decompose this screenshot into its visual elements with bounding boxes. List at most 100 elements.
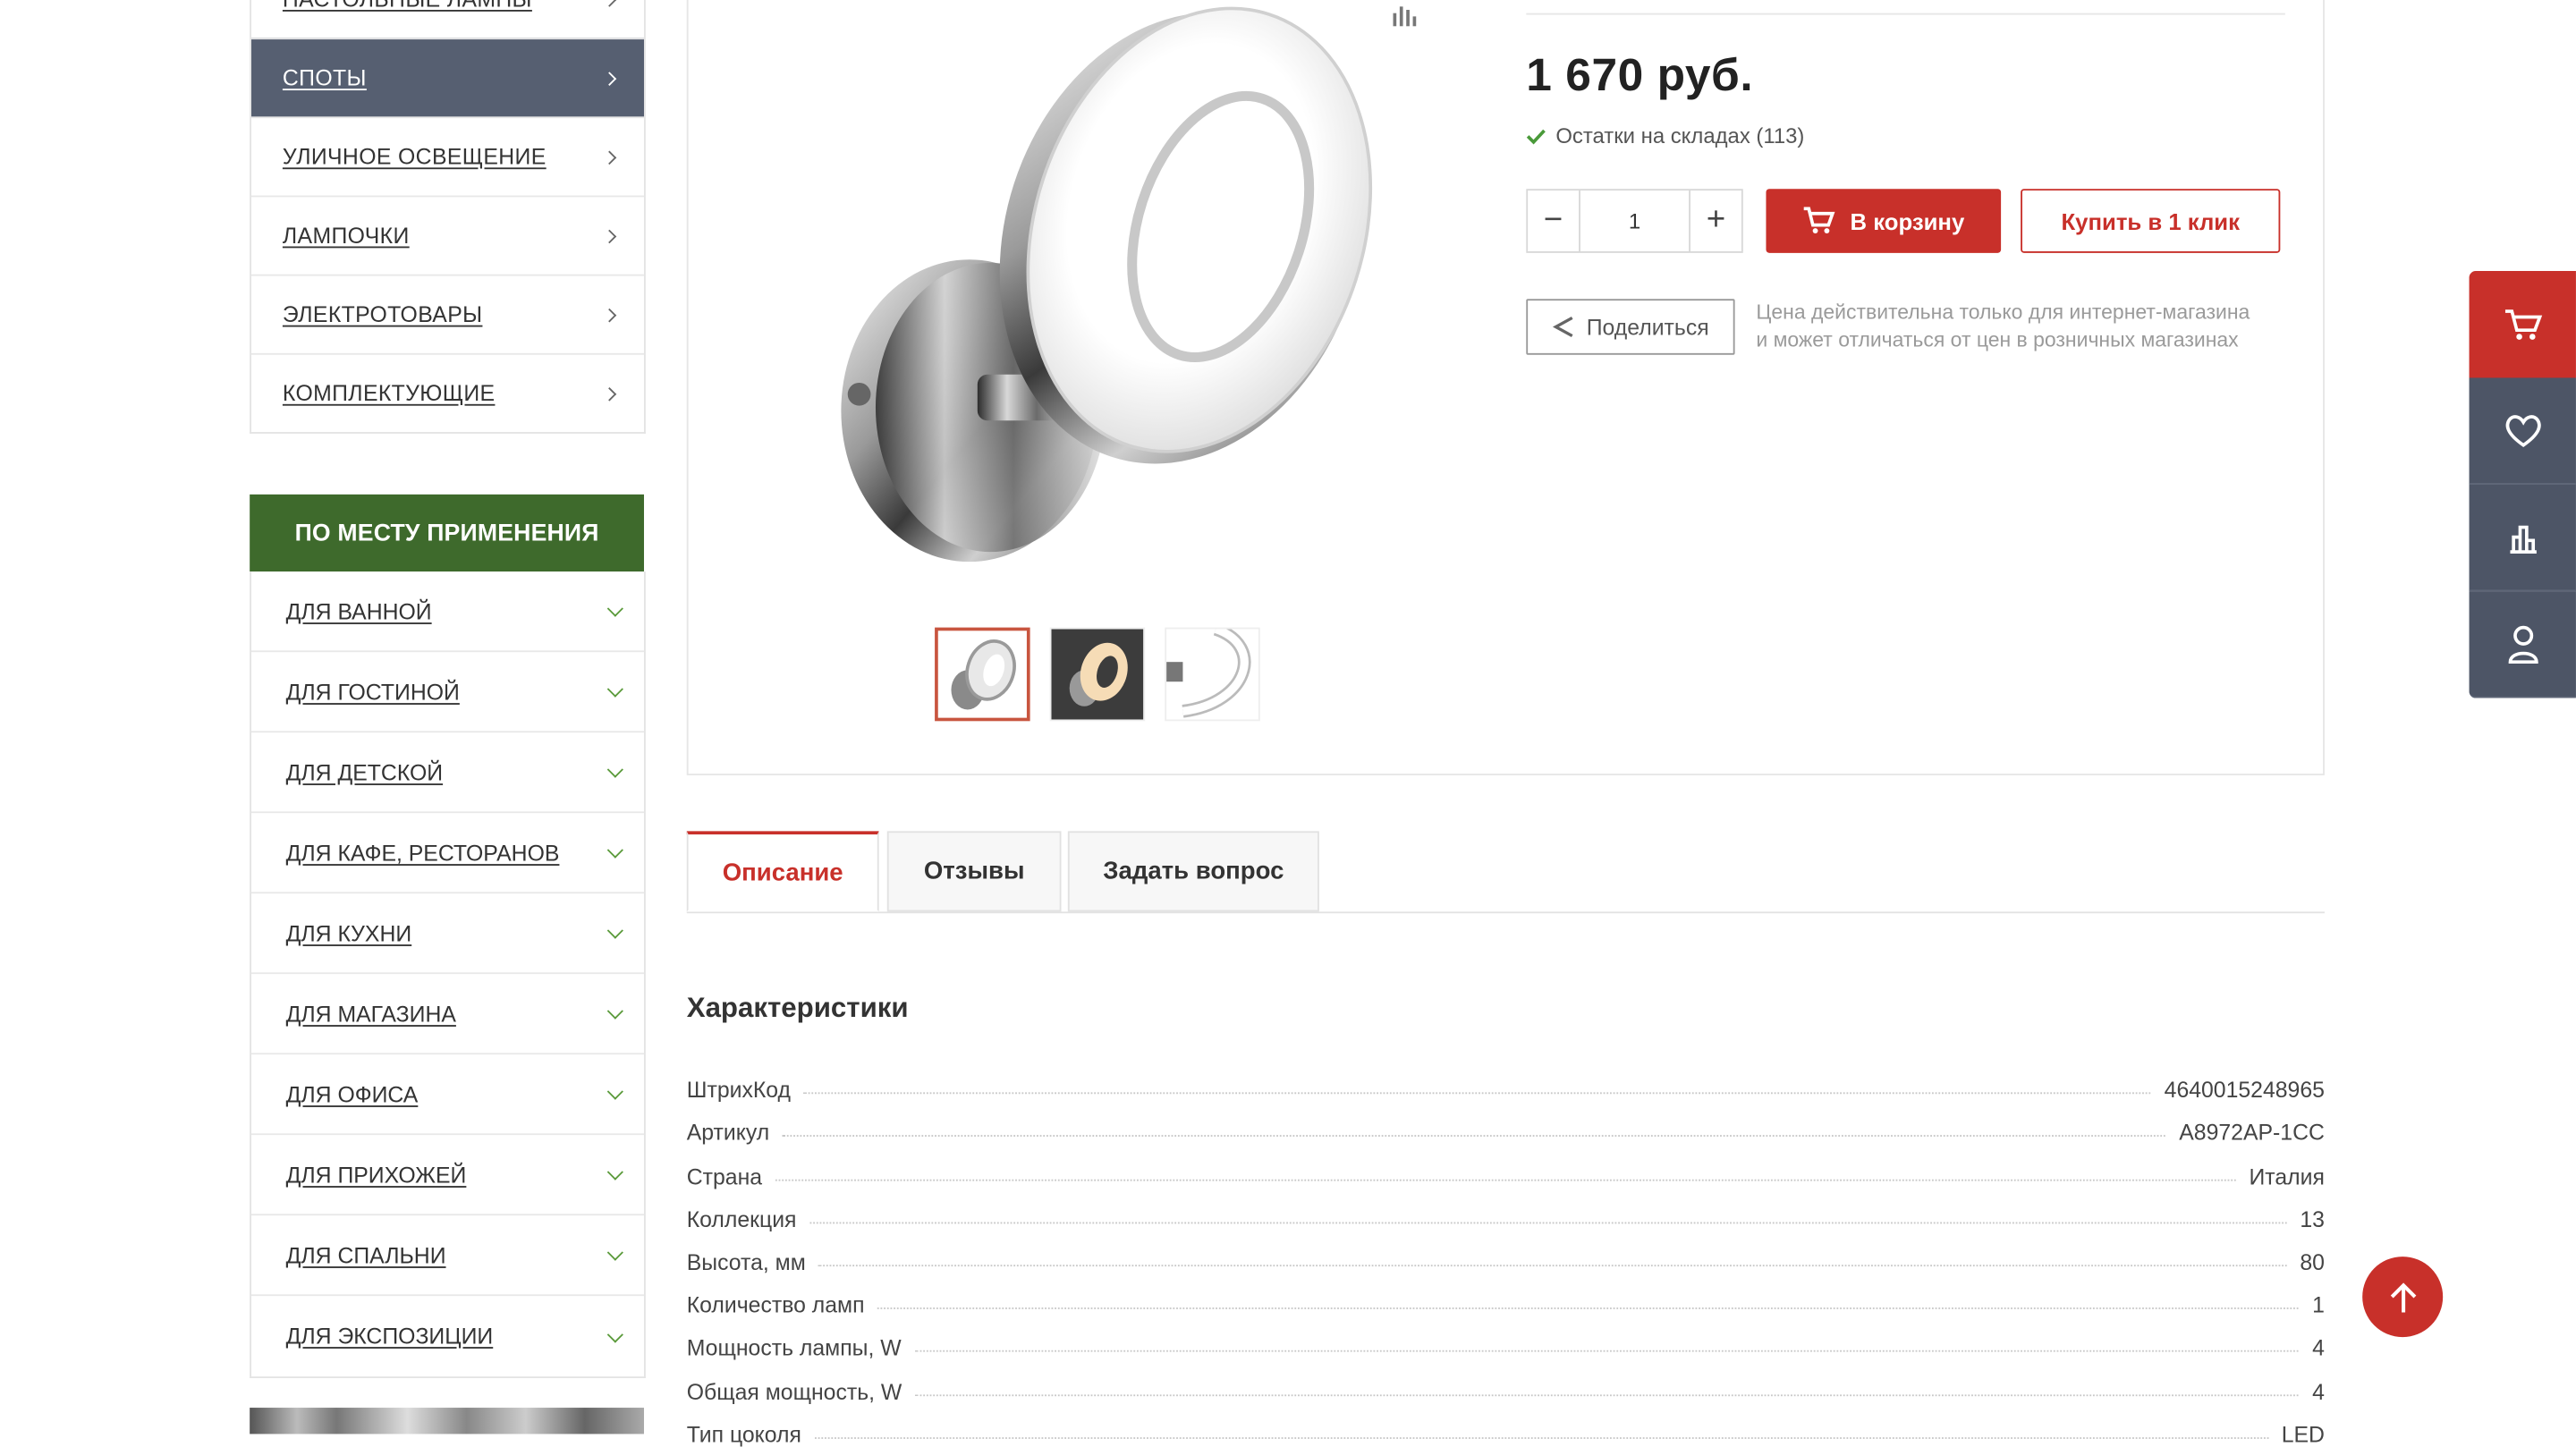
place-label: ДЛЯ МАГАЗИНА: [285, 1001, 456, 1027]
add-to-cart-label: В корзину: [1850, 207, 1965, 234]
add-to-cart-button[interactable]: В корзину: [1766, 189, 2002, 253]
spec-row: Коллекция 13: [687, 1189, 2325, 1232]
category-label: ЛАМПОЧКИ: [282, 223, 410, 249]
place-item-kids-room[interactable]: ДЛЯ ДЕТСКОЙ: [251, 732, 644, 814]
heart-icon: [2504, 415, 2540, 447]
place-item-kitchen[interactable]: ДЛЯ КУХНИ: [251, 893, 644, 975]
category-item-spots[interactable]: СПОТЫ: [251, 38, 644, 117]
place-item-living-room[interactable]: ДЛЯ ГОСТИНОЙ: [251, 652, 644, 733]
product-page: НАСТОЛЬНЫЕ ЛАМПЫ СПОТЫ УЛИЧНОЕ ОСВЕЩЕНИЕ…: [0, 0, 2576, 1447]
product-price: 1 670 руб.: [1526, 49, 1754, 101]
spec-row: Количество ламп 1: [686, 1274, 2325, 1318]
scroll-to-top-button[interactable]: [2362, 1257, 2444, 1338]
qty-input[interactable]: 1: [1579, 190, 1690, 252]
category-item-table-lamps[interactable]: НАСТОЛЬНЫЕ ЛАМПЫ: [251, 0, 644, 38]
place-item-bedroom[interactable]: ДЛЯ СПАЛЬНИ: [251, 1215, 644, 1297]
cart-icon: [2504, 309, 2542, 339]
place-item-hallway[interactable]: ДЛЯ ПРИХОЖЕЙ: [251, 1135, 644, 1216]
tab-ask-question[interactable]: Задать вопрос: [1067, 831, 1319, 912]
category-label: КОМПЛЕКТУЮЩИЕ: [282, 381, 496, 406]
category-label: СПОТЫ: [282, 65, 367, 91]
spec-dots: [775, 1178, 2236, 1180]
category-label: ЭЛЕКТРОТОВАРЫ: [282, 301, 483, 327]
spec-key: Страна: [686, 1164, 763, 1189]
stock-text: Остатки на складах (113): [1555, 123, 1805, 148]
chevron-down-icon: [606, 1244, 623, 1261]
place-label: ДЛЯ ВАННОЙ: [285, 598, 432, 624]
thumbnail-1[interactable]: [935, 627, 1030, 722]
qty-plus-button[interactable]: +: [1690, 190, 1741, 251]
chevron-down-icon: [606, 681, 623, 698]
buy-one-click-button[interactable]: Купить в 1 клик: [2021, 189, 2281, 253]
chevron-right-icon: [602, 149, 617, 165]
floating-side-panel: [2469, 271, 2576, 698]
place-of-use-header: ПО МЕСТУ ПРИМЕНЕНИЯ: [250, 494, 644, 572]
chevron-right-icon: [602, 307, 617, 322]
price-note-line: и может отличаться от цен в розничных ма…: [1756, 328, 2239, 352]
spec-row: Тип цоколя LED: [687, 1403, 2325, 1447]
spec-row: Страна Италия: [687, 1146, 2325, 1189]
tab-description[interactable]: Описание: [686, 831, 879, 912]
qty-minus-button[interactable]: −: [1528, 190, 1579, 251]
category-label: УЛИЧНОЕ ОСВЕЩЕНИЕ: [282, 144, 547, 170]
place-of-use-menu: ДЛЯ ВАННОЙ ДЛЯ ГОСТИНОЙ ДЛЯ ДЕТСКОЙ ДЛЯ …: [250, 571, 646, 1378]
place-item-bathroom[interactable]: ДЛЯ ВАННОЙ: [251, 571, 644, 653]
category-item-components[interactable]: КОМПЛЕКТУЮЩИЕ: [251, 352, 644, 432]
place-item-shop[interactable]: ДЛЯ МАГАЗИНА: [251, 974, 644, 1055]
chevron-down-icon: [606, 1083, 623, 1100]
spec-key: Количество ламп: [686, 1292, 865, 1318]
place-item-exposition[interactable]: ДЛЯ ЭКСПОЗИЦИИ: [251, 1296, 644, 1376]
product-tabs: Описание Отзывы Задать вопрос: [686, 831, 2325, 914]
spec-value: 13: [2300, 1206, 2325, 1232]
category-label: НАСТОЛЬНЫЕ ЛАМПЫ: [283, 0, 532, 12]
chevron-down-icon: [606, 842, 623, 859]
chevron-down-icon: [606, 761, 623, 778]
thumbnail-2[interactable]: [1049, 627, 1146, 722]
spec-key: Общая мощность, W: [686, 1378, 902, 1404]
spec-value: 80: [2300, 1249, 2325, 1275]
chevron-right-icon: [602, 0, 617, 6]
share-button[interactable]: Поделиться: [1526, 299, 1735, 355]
side-cart-button[interactable]: [2469, 271, 2576, 378]
spec-dots: [877, 1307, 2300, 1310]
spec-dots: [782, 1135, 2166, 1138]
share-label: Поделиться: [1586, 314, 1709, 340]
spec-key: Высота, мм: [686, 1249, 806, 1275]
spec-row: ШтрихКод 4640015248965: [687, 1060, 2325, 1103]
chevron-down-icon: [606, 600, 623, 617]
side-account-button[interactable]: [2469, 591, 2576, 698]
tab-reviews[interactable]: Отзывы: [886, 831, 1062, 912]
spec-dots: [814, 1436, 2268, 1439]
spec-value: 1: [2312, 1292, 2325, 1318]
chevron-down-icon: [606, 1164, 623, 1180]
price-note: Цена действительна только для интернет-м…: [1756, 299, 2298, 354]
place-item-office[interactable]: ДЛЯ ОФИСА: [251, 1054, 644, 1136]
promo-banner-image[interactable]: [250, 1408, 644, 1434]
side-compare-button[interactable]: [2469, 484, 2576, 592]
category-item-electrical[interactable]: ЭЛЕКТРОТОВАРЫ: [251, 274, 644, 353]
check-icon: [1526, 128, 1546, 144]
chart-icon: [2509, 525, 2536, 554]
price-note-line: Цена действительна только для интернет-м…: [1756, 300, 2250, 324]
price-divider: [1526, 13, 2285, 15]
chevron-right-icon: [602, 386, 617, 401]
thumbnail-3[interactable]: [1165, 627, 1260, 722]
place-label: ДЛЯ ЭКСПОЗИЦИИ: [285, 1324, 494, 1349]
spec-row: Мощность лампы, W 4: [687, 1317, 2325, 1361]
product-main-image[interactable]: [830, 0, 1388, 575]
place-item-cafe[interactable]: ДЛЯ КАФЕ, РЕСТОРАНОВ: [251, 813, 644, 894]
category-menu: НАСТОЛЬНЫЕ ЛАМПЫ СПОТЫ УЛИЧНОЕ ОСВЕЩЕНИЕ…: [250, 0, 646, 434]
chevron-right-icon: [602, 71, 617, 86]
compare-icon[interactable]: [1390, 4, 1419, 27]
side-favorites-button[interactable]: [2469, 377, 2576, 485]
place-label: ДЛЯ ДЕТСКОЙ: [285, 759, 444, 785]
spec-value: 4: [2312, 1335, 2325, 1361]
category-item-street-lighting[interactable]: УЛИЧНОЕ ОСВЕЩЕНИЕ: [251, 116, 644, 195]
user-icon: [2507, 625, 2538, 664]
spec-dots: [914, 1350, 2300, 1353]
spec-value: 4: [2312, 1378, 2325, 1404]
category-item-bulbs[interactable]: ЛАМПОЧКИ: [251, 195, 644, 275]
quantity-stepper: − 1 +: [1526, 189, 1743, 253]
spec-value: Италия: [2249, 1164, 2325, 1189]
spec-key: ШтрихКод: [686, 1078, 792, 1103]
